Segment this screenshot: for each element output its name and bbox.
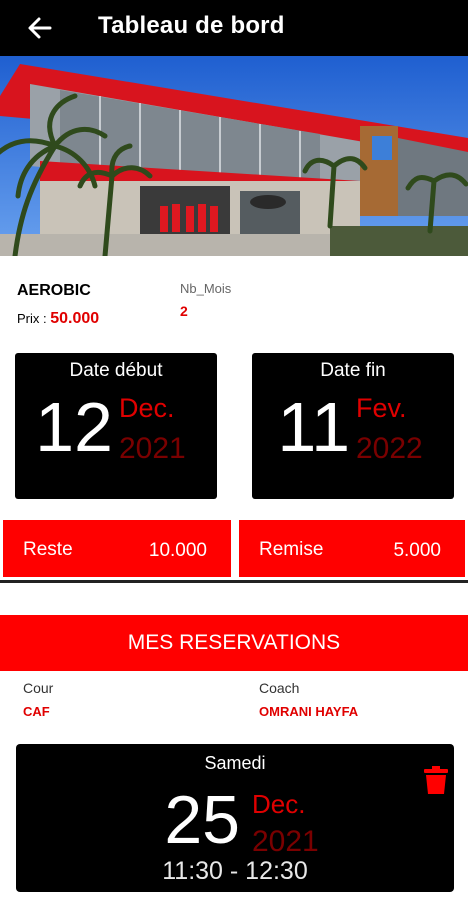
reservation-day: 25 <box>164 782 240 858</box>
reservations-header: MES RESERVATIONS <box>0 615 468 671</box>
rest-label: Reste <box>23 539 73 560</box>
reservation-weekday: Samedi <box>204 753 266 773</box>
coach-label: Coach <box>259 680 300 696</box>
start-date-month: Dec. <box>119 393 175 423</box>
arrow-left-icon <box>28 17 52 39</box>
months-value: 2 <box>180 303 188 319</box>
delete-reservation-button[interactable] <box>424 766 448 794</box>
course-value: CAF <box>23 704 50 719</box>
start-date-title: Date début <box>69 360 163 381</box>
page-title: Tableau de bord <box>98 12 285 39</box>
discount-box: Remise 5.000 <box>239 520 465 577</box>
coach-value: OMRANI HAYFA <box>259 704 359 719</box>
end-date-day: 11 <box>277 388 350 466</box>
hero-image <box>0 56 468 256</box>
rest-box: Reste 10.000 <box>3 520 231 577</box>
reservation-time: 11:30 - 12:30 <box>162 857 308 885</box>
reservation-month: Dec. <box>252 789 306 819</box>
discount-label: Remise <box>259 539 324 560</box>
reservation-card[interactable]: Samedi 25 Dec. 2021 11:30 - 12:30 <box>16 744 454 892</box>
app-bar: Tableau de bord <box>0 0 468 56</box>
reservation-year: 2021 <box>252 825 319 858</box>
start-date-card: Date début 12 Dec. 2021 <box>15 353 217 499</box>
price-value: 50.000 <box>50 310 100 327</box>
start-date-year: 2021 <box>119 432 186 465</box>
rest-value: 10.000 <box>148 540 207 561</box>
back-button[interactable] <box>22 10 58 46</box>
start-date-day: 12 <box>35 388 113 466</box>
price-label: Prix : <box>17 311 51 326</box>
end-date-month: Fev. <box>356 393 407 423</box>
end-date-title: Date fin <box>320 360 386 381</box>
course-label: Cour <box>23 680 54 696</box>
trash-icon <box>424 766 448 794</box>
price-row: Prix : 50.000 <box>17 310 99 328</box>
end-date-card: Date fin 11 Fev. 2022 <box>252 353 454 499</box>
discount-value: 5.000 <box>393 540 441 561</box>
course-name: AEROBIC <box>17 282 91 299</box>
months-label: Nb_Mois <box>180 281 232 296</box>
divider <box>0 580 468 583</box>
end-date-year: 2022 <box>356 432 423 465</box>
